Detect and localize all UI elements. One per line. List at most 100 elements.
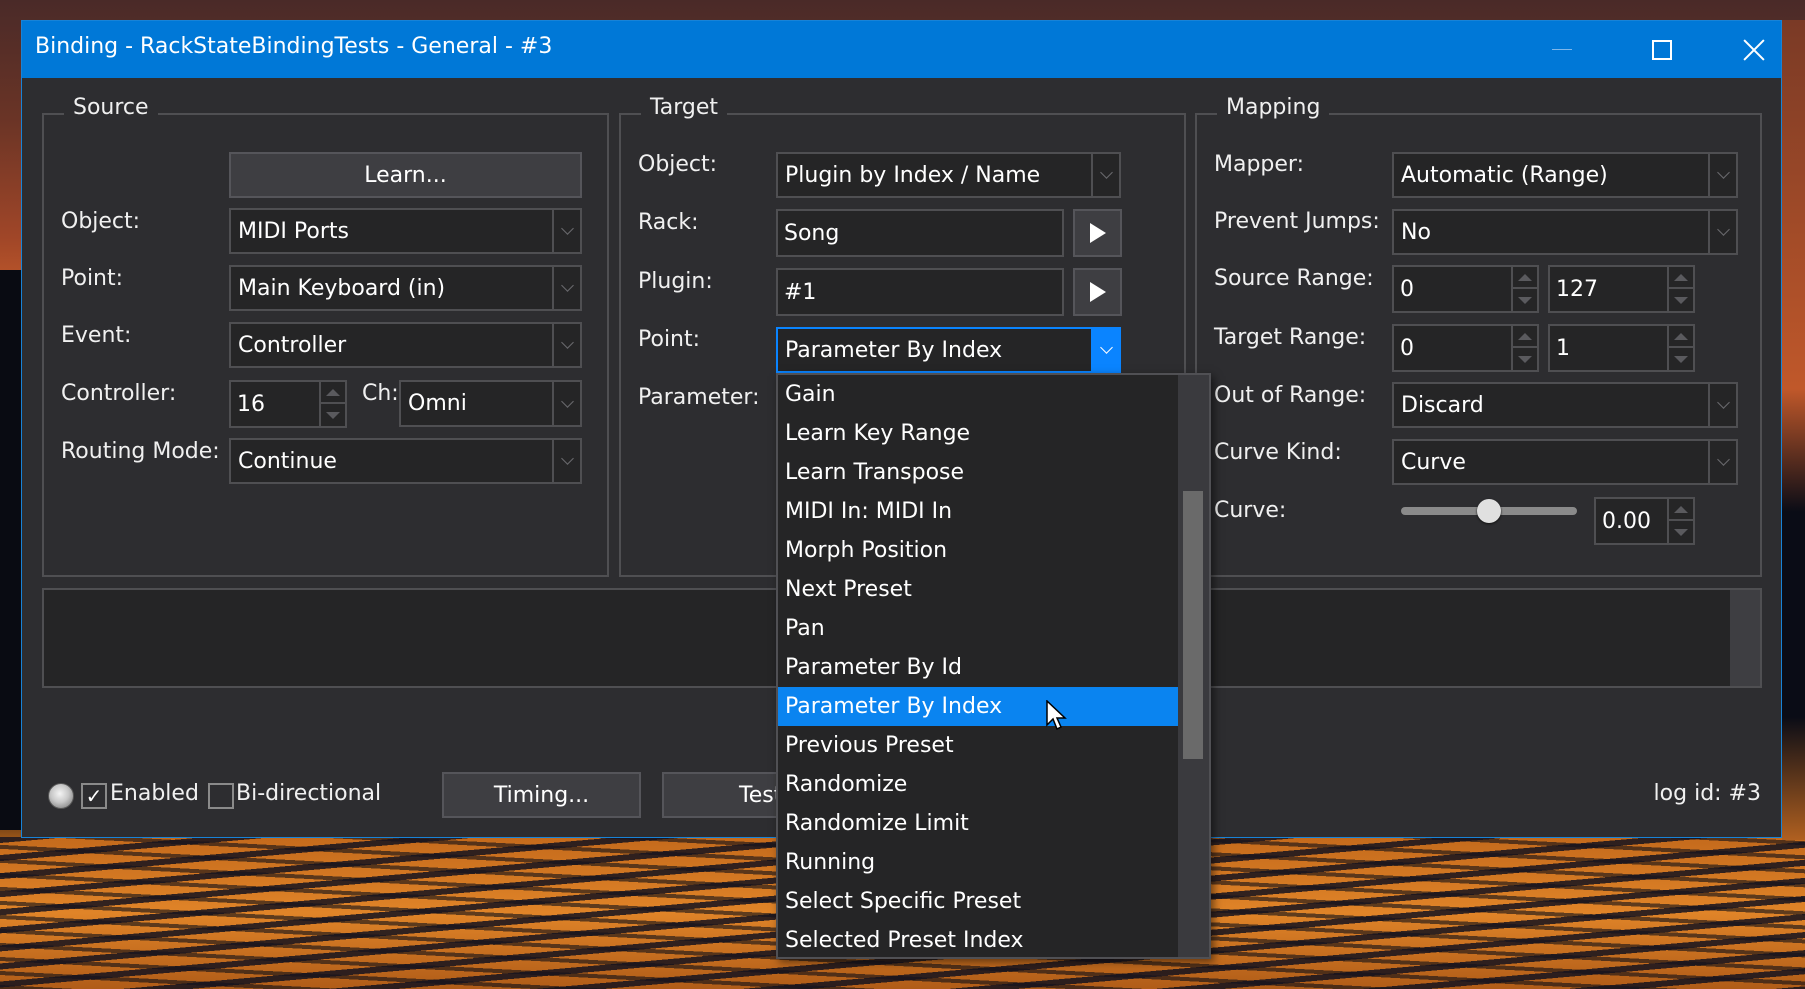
chevron-down-icon (1099, 166, 1113, 179)
spin-down-button[interactable] (1669, 289, 1693, 311)
rack-field[interactable]: Song (776, 209, 1064, 257)
dropdown-item[interactable]: Next Preset (778, 570, 1178, 609)
bidirectional-label[interactable]: Bi-directional (236, 781, 381, 806)
dropdown-item[interactable]: Gain (778, 375, 1178, 414)
target-point-combo[interactable]: Parameter By Index (776, 327, 1121, 373)
arrow-down-icon (1518, 355, 1532, 363)
prevent-jumps-combo[interactable]: No (1392, 209, 1738, 255)
dropdown-item[interactable]: Select Specific Preset (778, 882, 1178, 921)
source-point-label: Point: (61, 266, 124, 291)
spin-up-button[interactable] (1669, 499, 1693, 521)
desktop-wallpaper-trees (0, 270, 21, 830)
channel-value: Omni (408, 391, 467, 416)
spin-down-button[interactable] (1513, 289, 1537, 311)
source-group-title: Source (64, 95, 158, 120)
minimize-icon (1552, 49, 1572, 50)
timing-button-label: Timing... (493, 782, 590, 808)
window-title: Binding - RackStateBindingTests - Genera… (35, 34, 553, 59)
target-object-combo[interactable]: Plugin by Index / Name (776, 152, 1121, 198)
spin-down-button[interactable] (1513, 348, 1537, 370)
spin-down-button[interactable] (1669, 521, 1693, 543)
channel-combo[interactable]: Omni (399, 380, 582, 427)
source-range-max-value: 127 (1556, 277, 1598, 302)
dropdown-scrollbar[interactable] (1178, 375, 1209, 957)
rack-select-button[interactable] (1073, 209, 1122, 257)
chevron-down-icon (560, 279, 574, 292)
controller-value: 16 (237, 392, 265, 417)
enabled-checkbox[interactable]: ✓ (81, 783, 107, 809)
spin-up-button[interactable] (1669, 326, 1693, 348)
dropdown-items: Gain Learn Key Range Learn Transpose MIDI I… (778, 375, 1178, 960)
out-of-range-combo[interactable]: Discard (1392, 382, 1738, 428)
bidirectional-checkbox[interactable] (208, 783, 234, 809)
dropdown-item[interactable]: Morph Position (778, 531, 1178, 570)
plugin-select-button[interactable] (1073, 268, 1122, 316)
target-point-value: Parameter By Index (785, 338, 1003, 363)
dropdown-scrollbar-thumb[interactable] (1183, 491, 1203, 760)
target-range-max-spinbox[interactable]: 1 (1548, 324, 1695, 372)
plugin-field[interactable]: #1 (776, 268, 1064, 316)
dropdown-item[interactable]: Parameter By Index (778, 687, 1178, 726)
prevent-jumps-value: No (1401, 220, 1431, 245)
curve-kind-label: Curve Kind: (1214, 440, 1342, 465)
chevron-down-icon (560, 336, 574, 349)
arrow-up-icon (1518, 332, 1532, 340)
source-object-combo[interactable]: MIDI Ports (229, 208, 582, 254)
curve-value: 0.00 (1602, 509, 1651, 534)
dropdown-item[interactable]: Previous Preset (778, 726, 1178, 765)
target-range-min-spinbox[interactable]: 0 (1392, 324, 1539, 372)
source-range-max-spinbox[interactable]: 127 (1548, 265, 1695, 313)
spin-up-button[interactable] (1669, 267, 1693, 289)
spin-down-button[interactable] (321, 404, 345, 426)
target-group-title: Target (641, 95, 728, 120)
dropdown-item[interactable]: Running (778, 843, 1178, 882)
arrow-down-icon (1674, 528, 1688, 536)
maximize-button[interactable] (1616, 21, 1708, 78)
dropdown-item[interactable]: Parameter By Id (778, 648, 1178, 687)
dropdown-item[interactable]: MIDI In: MIDI In (778, 492, 1178, 531)
title-bar[interactable]: Binding - RackStateBindingTests - Genera… (22, 21, 1781, 78)
routing-mode-value: Continue (238, 449, 337, 474)
log-scrollbar[interactable] (1730, 590, 1760, 686)
spin-up-button[interactable] (321, 382, 345, 404)
mapping-group-title: Mapping (1217, 95, 1330, 120)
close-button[interactable] (1708, 21, 1800, 78)
spin-down-button[interactable] (1669, 348, 1693, 370)
enabled-label[interactable]: Enabled (110, 781, 199, 806)
arrow-up-icon (1674, 332, 1688, 340)
chevron-down-icon (1716, 166, 1730, 179)
source-point-combo[interactable]: Main Keyboard (in) (229, 265, 582, 311)
mapper-combo[interactable]: Automatic (Range) (1392, 152, 1738, 198)
dropdown-item[interactable]: Pan (778, 609, 1178, 648)
close-icon (1743, 39, 1765, 61)
target-object-label: Object: (638, 152, 718, 177)
target-range-max-value: 1 (1556, 336, 1570, 361)
plugin-value: #1 (784, 280, 817, 305)
curve-spinbox[interactable]: 0.00 (1594, 497, 1695, 545)
dropdown-item[interactable]: Learn Key Range (778, 414, 1178, 453)
source-event-combo[interactable]: Controller (229, 322, 582, 368)
prevent-jumps-label: Prevent Jumps: (1214, 209, 1380, 234)
dropdown-item[interactable]: Randomize Limit (778, 804, 1178, 843)
dropdown-item[interactable]: Learn Transpose (778, 453, 1178, 492)
dropdown-item[interactable]: Selected Preset Index (778, 921, 1178, 960)
timing-button[interactable]: Timing... (442, 772, 641, 818)
routing-mode-combo[interactable]: Continue (229, 438, 582, 484)
source-range-min-spinbox[interactable]: 0 (1392, 265, 1539, 313)
maximize-icon (1652, 39, 1672, 60)
spin-up-button[interactable] (1513, 326, 1537, 348)
minimize-button[interactable] (1516, 21, 1608, 78)
point-dropdown-list[interactable]: Gain Learn Key Range Learn Transpose MIDI I… (776, 373, 1211, 959)
arrow-up-icon (1674, 505, 1688, 513)
mapper-label: Mapper: (1214, 152, 1304, 177)
routing-mode-label: Routing Mode: (61, 439, 220, 464)
learn-button[interactable]: Learn... (229, 152, 582, 198)
out-of-range-value: Discard (1401, 393, 1484, 418)
controller-spinbox[interactable]: 16 (229, 380, 347, 428)
curve-slider-thumb[interactable] (1477, 499, 1501, 523)
dropdown-item[interactable]: Randomize (778, 765, 1178, 804)
spin-up-button[interactable] (1513, 267, 1537, 289)
curve-kind-combo[interactable]: Curve (1392, 439, 1738, 485)
target-object-value: Plugin by Index / Name (785, 163, 1041, 188)
parameter-label: Parameter: (638, 385, 760, 410)
